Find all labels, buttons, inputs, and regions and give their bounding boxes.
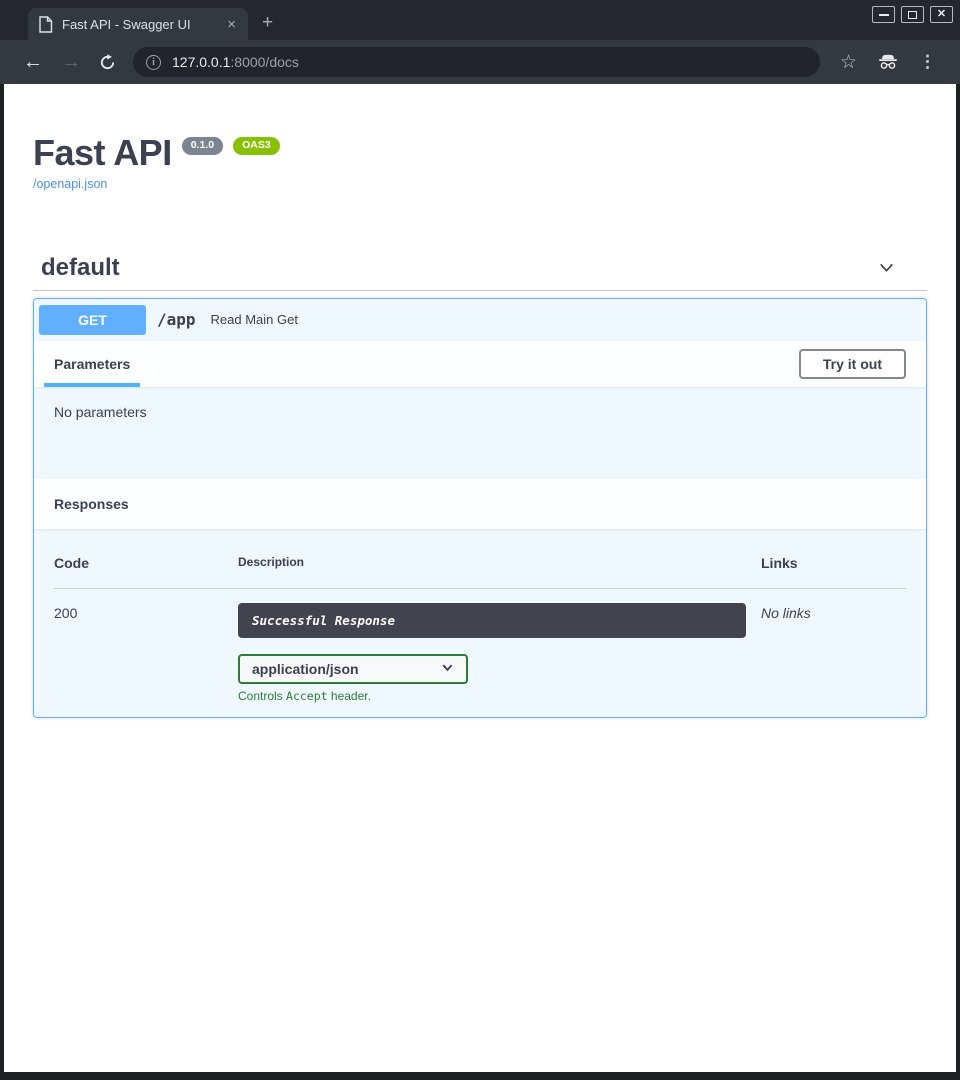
forward-button: → xyxy=(52,52,90,72)
maximize-icon xyxy=(908,11,917,19)
api-info: Fast API 0.1.0 OAS3 /openapi.json xyxy=(33,84,927,193)
address-bar[interactable]: i 127.0.0.1:8000/docs xyxy=(133,47,820,77)
openapi-json-link[interactable]: /openapi.json xyxy=(33,177,107,191)
tag-header-default[interactable]: default xyxy=(33,250,927,291)
responses-title: Responses xyxy=(54,496,129,512)
bookmark-star-icon[interactable]: ☆ xyxy=(830,51,867,74)
response-description-box: Successful Response xyxy=(238,603,746,638)
column-header-description: Description xyxy=(238,555,761,571)
select-chevron-down-icon xyxy=(441,661,454,677)
response-links: No links xyxy=(761,603,906,703)
operation-summary[interactable]: GET /app Read Main Get xyxy=(34,299,926,341)
column-header-links: Links xyxy=(761,555,906,571)
try-it-out-button[interactable]: Try it out xyxy=(799,349,906,379)
media-type-select[interactable]: application/json xyxy=(238,654,468,684)
tab-close-icon[interactable]: × xyxy=(225,17,238,32)
document-page-icon xyxy=(38,16,53,33)
browser-titlebar: Fast API - Swagger UI × + ✕ xyxy=(0,0,960,40)
opblock-get-app: GET /app Read Main Get Parameters Try it… xyxy=(33,298,927,718)
api-title: Fast API xyxy=(33,134,172,172)
responses-table-header: Code Description Links xyxy=(54,555,906,589)
browser-tab[interactable]: Fast API - Swagger UI × xyxy=(28,8,248,40)
page-content: Fast API 0.1.0 OAS3 /openapi.json defaul… xyxy=(4,84,956,1072)
incognito-icon xyxy=(867,54,909,70)
close-button[interactable]: ✕ xyxy=(930,6,953,23)
operation-path: /app xyxy=(157,310,196,329)
operation-description: Read Main Get xyxy=(211,312,298,327)
site-info-icon[interactable]: i xyxy=(146,55,161,70)
browser-toolbar: ← → i 127.0.0.1:8000/docs ☆ ⋮ xyxy=(0,40,960,84)
url-host: 127.0.0.1 xyxy=(172,54,230,70)
tab-title: Fast API - Swagger UI xyxy=(62,17,225,32)
responses-header: Responses xyxy=(34,479,926,529)
minimize-icon xyxy=(879,14,889,16)
url-path: :8000/docs xyxy=(230,54,299,70)
maximize-button[interactable] xyxy=(901,6,924,23)
method-badge: GET xyxy=(39,305,146,335)
reload-button[interactable] xyxy=(90,54,125,71)
tag-title: default xyxy=(41,254,120,282)
chevron-down-icon[interactable] xyxy=(876,257,897,278)
close-icon: ✕ xyxy=(937,9,946,20)
accept-code: Accept xyxy=(286,689,328,703)
tab-parameters[interactable]: Parameters xyxy=(44,341,140,387)
parameters-tab-label: Parameters xyxy=(54,356,130,372)
responses-table: Code Description Links 200 Successful Re… xyxy=(34,529,926,717)
accept-header-hint: Controls Accept header. xyxy=(238,689,761,703)
window-controls: ✕ xyxy=(872,6,953,23)
no-parameters-text: No parameters xyxy=(34,387,926,479)
column-header-code: Code xyxy=(54,555,238,571)
oas3-badge: OAS3 xyxy=(233,137,280,155)
browser-menu-icon[interactable]: ⋮ xyxy=(909,52,946,72)
version-badge: 0.1.0 xyxy=(182,137,223,155)
tag-section-default: default GET /app Read Main Get Parameter… xyxy=(33,250,927,718)
parameters-header: Parameters Try it out xyxy=(34,341,926,387)
response-code: 200 xyxy=(54,603,238,703)
media-type-value: application/json xyxy=(252,661,359,677)
minimize-button[interactable] xyxy=(872,6,895,23)
back-button[interactable]: ← xyxy=(14,52,52,72)
new-tab-button[interactable]: + xyxy=(262,12,273,34)
response-row-200: 200 Successful Response application/json xyxy=(54,589,906,703)
active-tab-underline xyxy=(44,383,140,387)
